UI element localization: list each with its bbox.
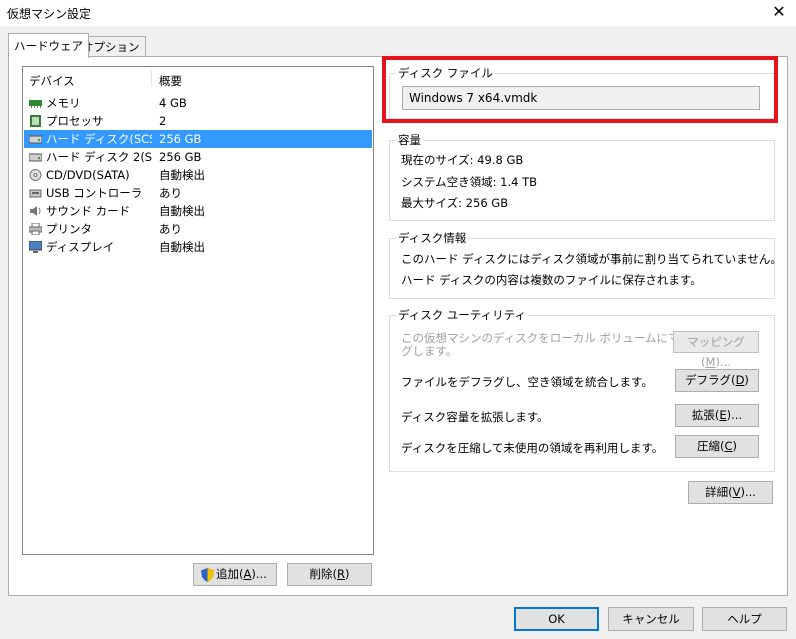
disk-utility-title: ディスク ユーティリティ [396, 307, 528, 323]
device-summary: あり [159, 186, 182, 200]
map-description-line-2: グします。 [401, 344, 458, 358]
device-name: サウンド カード [46, 204, 131, 218]
tab-hardware[interactable]: ハードウェア [8, 33, 89, 58]
help-button[interactable]: ヘルプ [702, 607, 787, 631]
device-name: ハード ディスク(SCSI) [46, 132, 152, 146]
device-row-cd-dvd[interactable]: CD/DVD(SATA) 自動検出 [24, 166, 372, 184]
title-bar: 仮想マシン設定 ✕ [0, 0, 796, 26]
remove-accelerator: R [337, 567, 345, 581]
advanced-button[interactable]: 詳細(V)... [688, 481, 773, 504]
device-summary: 自動検出 [159, 168, 205, 182]
window-title: 仮想マシン設定 [7, 7, 92, 21]
compact-label-tail: ) [732, 439, 738, 453]
device-name: ハード ディスク 2(S... [46, 150, 152, 164]
highlight-box [382, 56, 778, 123]
advanced-label-tail: )... [740, 485, 756, 499]
expand-label-tail: )... [726, 408, 743, 422]
defrag-button[interactable]: デフラグ(D) [675, 369, 759, 392]
device-summary: 2 [159, 114, 167, 128]
add-label: 追加( [216, 567, 244, 581]
defrag-label: デフラグ( [685, 373, 736, 387]
device-row-memory[interactable]: メモリ 4 GB [24, 94, 372, 112]
device-row-display[interactable]: ディスプレイ 自動検出 [24, 238, 372, 256]
device-summary: 256 GB [159, 150, 202, 164]
device-row-sound-card[interactable]: サウンド カード 自動検出 [24, 202, 372, 220]
device-name: プロセッサ [46, 114, 104, 128]
device-summary: 256 GB [159, 132, 202, 146]
close-icon[interactable]: ✕ [768, 2, 790, 22]
current-size: 現在のサイズ: 49.8 GB [401, 153, 524, 167]
expand-label: 拡張( [691, 408, 720, 422]
monitor-icon [29, 241, 42, 253]
capacity-title: 容量 [396, 132, 423, 148]
usb-icon [29, 189, 42, 198]
device-row-hard-disk-scsi[interactable]: ハード ディスク(SCSI) 256 GB [24, 130, 372, 148]
device-name: CD/DVD(SATA) [46, 168, 130, 182]
map-button[interactable]: マッピング(M)... [673, 331, 759, 369]
map-accelerator: M [705, 355, 716, 369]
compact-button[interactable]: 圧縮(C) [675, 435, 759, 458]
compact-accelerator: C [724, 439, 733, 453]
shield-icon [201, 568, 214, 582]
device-summary: あり [159, 222, 182, 236]
memory-icon [29, 100, 42, 108]
compact-description: ディスクを圧縮して未使用の領域を再利用します。 [401, 441, 664, 455]
max-size: 最大サイズ: 256 GB [401, 196, 509, 210]
device-row-hard-disk-2[interactable]: ハード ディスク 2(S... 256 GB [24, 148, 372, 166]
expand-accelerator: E [719, 408, 727, 422]
device-name: プリンタ [46, 222, 92, 236]
device-list[interactable]: デバイス 概要 メモリ 4 GB プロセッサ 2 ハード ディスク(SCSI) … [22, 66, 374, 555]
device-name: USB コントローラ [46, 186, 143, 200]
column-divider[interactable] [151, 70, 152, 86]
hard-disk-icon [29, 135, 42, 144]
advanced-label: 詳細( [705, 485, 733, 499]
disk-info-line-2: ハード ディスクの内容は複数のファイルに保存されます。 [401, 273, 702, 287]
remove-label-tail: ) [345, 567, 350, 581]
disk-info-group: ディスク情報 [389, 230, 775, 299]
device-summary: 自動検出 [159, 204, 205, 218]
speaker-icon [30, 206, 41, 216]
defrag-label-tail: ) [744, 373, 749, 387]
device-summary: 自動検出 [159, 240, 205, 254]
system-free-space: システム空き領域: 1.4 TB [401, 175, 538, 189]
map-label-tail: )... [715, 355, 731, 369]
cd-dvd-icon [29, 169, 42, 181]
expand-button[interactable]: 拡張(E)... [675, 404, 759, 427]
remove-device-button[interactable]: 削除(R) [287, 563, 372, 586]
device-row-usb-controller[interactable]: USB コントローラ あり [24, 184, 372, 202]
device-column-header[interactable]: デバイス [29, 72, 75, 90]
device-row-processor[interactable]: プロセッサ 2 [24, 112, 372, 130]
summary-column-header[interactable]: 概要 [159, 72, 182, 90]
ok-button[interactable]: OK [514, 607, 599, 631]
defrag-description: ファイルをデフラグし、空き領域を統合します。 [401, 375, 653, 389]
add-label-tail: )... [251, 567, 267, 581]
expand-description: ディスク容量を拡張します。 [401, 410, 549, 424]
disk-info-title: ディスク情報 [396, 230, 469, 246]
add-device-button[interactable]: 追加(A)... [193, 563, 277, 586]
remove-label: 削除( [309, 567, 338, 581]
device-row-printer[interactable]: プリンタ あり [24, 220, 372, 238]
cancel-button[interactable]: キャンセル [608, 607, 694, 631]
hard-disk-icon [29, 153, 42, 162]
device-name: メモリ [46, 96, 81, 110]
device-summary: 4 GB [159, 96, 187, 110]
processor-icon [30, 115, 41, 127]
disk-info-line-1: このハード ディスクにはディスク領域が事前に割り当てられていません。 [401, 252, 782, 266]
device-name: ディスプレイ [46, 240, 115, 254]
compact-label: 圧縮( [696, 439, 725, 453]
printer-icon [29, 223, 42, 235]
